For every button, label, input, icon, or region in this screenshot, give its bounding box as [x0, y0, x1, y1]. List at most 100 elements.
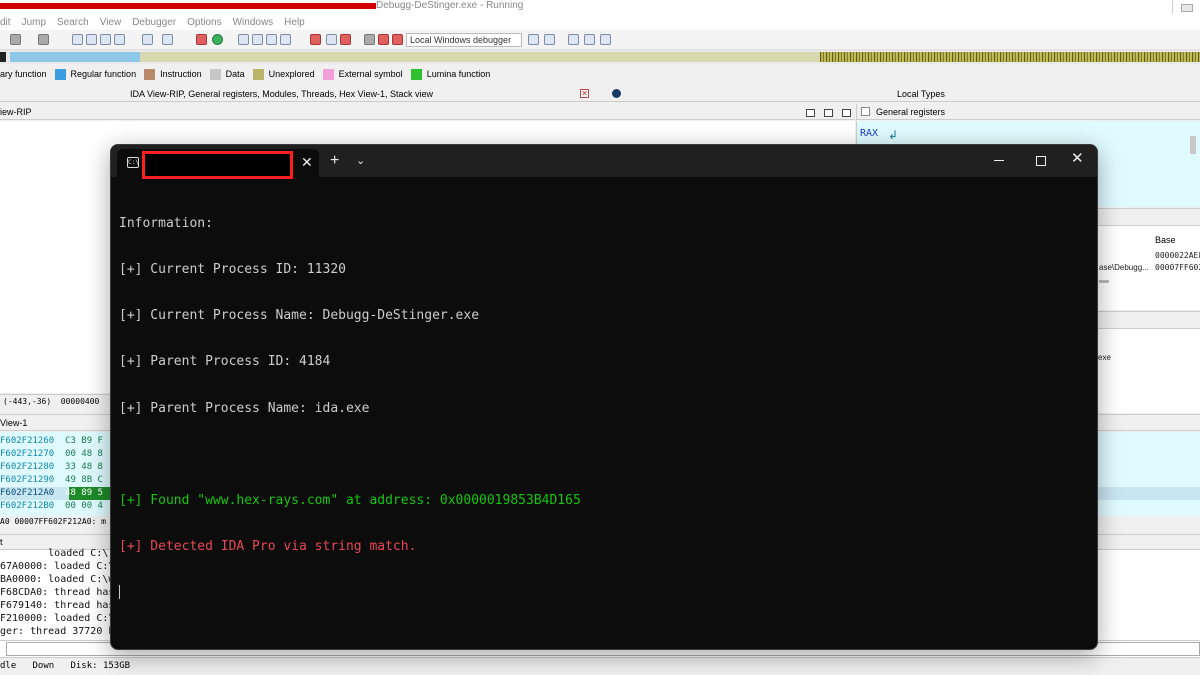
hand-icon[interactable]: [10, 34, 21, 45]
menu-view[interactable]: View: [100, 17, 122, 28]
modules-header: [1097, 208, 1200, 226]
stop-icon[interactable]: [340, 34, 351, 45]
close-icon[interactable]: ✕: [301, 154, 313, 171]
terminal-line: [+] Current Process ID: 11320: [119, 262, 346, 278]
legend-label: External symbol: [338, 69, 403, 79]
layout-icon[interactable]: [568, 34, 579, 45]
hex-bytes: 00 00 4: [65, 501, 103, 511]
tab-local-types[interactable]: Local Types: [897, 89, 945, 99]
hex-row[interactable]: F602F21280 33 48 8: [0, 461, 112, 474]
register-rax[interactable]: RAX: [860, 128, 878, 139]
jump-arrow-icon[interactable]: ↲: [888, 128, 898, 142]
debugger-option-icon[interactable]: [528, 34, 539, 45]
threads-text: exe: [1098, 353, 1111, 362]
enum-icon[interactable]: [252, 34, 263, 45]
legend-swatch: [209, 68, 221, 80]
redaction-box: [142, 151, 293, 179]
struct-icon[interactable]: [238, 34, 249, 45]
status-bar: dle Down Disk: 153GB: [0, 658, 1200, 675]
restore-icon[interactable]: [824, 109, 833, 117]
terminal-line-detected: [+] Detected IDA Pro via string match.: [119, 539, 417, 555]
legend-swatch: [252, 68, 264, 80]
window-restore-button[interactable]: [1172, 0, 1200, 14]
flag-icon[interactable]: [196, 34, 207, 45]
debugger-option-2-icon[interactable]: [544, 34, 555, 45]
hex-bytes: 48 89 5: [65, 488, 103, 498]
hex-row[interactable]: F602F212B0 00 00 4: [0, 500, 112, 513]
breakpoint-icon[interactable]: [310, 34, 321, 45]
legend-item: External symbol: [322, 68, 403, 80]
start-process-icon[interactable]: [364, 34, 375, 45]
view-tabs-label[interactable]: IDA View-RIP, General registers, Modules…: [130, 89, 433, 99]
hex-row[interactable]: F602F21270 00 48 8: [0, 448, 112, 461]
hex-row[interactable]: F602F212A0 48 89 5: [0, 487, 112, 500]
terminal-line-found: [+] Found "www.hex-rays.com" at address:…: [119, 493, 581, 509]
scrollbar-thumb[interactable]: [1099, 280, 1109, 283]
run-icon[interactable]: [212, 34, 223, 45]
module-base-value: 0000022AE8: [1155, 251, 1200, 260]
maximize-button[interactable]: [1036, 156, 1046, 166]
new-tab-button[interactable]: +: [330, 152, 339, 170]
threads-header: [1097, 311, 1200, 329]
hex-address: F602F212A0: [0, 488, 55, 498]
terminal-prompt[interactable]: [119, 585, 1089, 600]
redaction-bar: [0, 3, 376, 9]
close-icon[interactable]: ✕: [580, 89, 589, 98]
jump-icon[interactable]: [100, 34, 111, 45]
menu-help[interactable]: Help: [284, 17, 305, 28]
layout-2-icon[interactable]: [584, 34, 595, 45]
names-icon[interactable]: [280, 34, 291, 45]
menu-windows[interactable]: Windows: [233, 17, 274, 28]
nav-band-segment: [820, 52, 1200, 62]
terminal-tab[interactable]: C:\ ✕: [117, 149, 319, 179]
legend-label: ary function: [0, 69, 47, 79]
step-icon[interactable]: [142, 34, 153, 45]
terminal-output[interactable]: Information: [+] Current Process ID: 113…: [119, 185, 1089, 632]
legend-item: Instruction: [144, 68, 202, 80]
window-title: Debugg-DeStinger.exe - Running: [376, 0, 524, 11]
minimize-button[interactable]: [991, 149, 1007, 167]
segment-icon[interactable]: [266, 34, 277, 45]
terminal-line: [+] Current Process Name: Debugg-DeSting…: [119, 308, 480, 324]
module-base-value: 00007FF602: [1155, 263, 1200, 272]
terminate-icon[interactable]: [392, 34, 403, 45]
legend-swatch: [322, 68, 334, 80]
nav-band-segment: [140, 52, 820, 62]
forward-icon[interactable]: [86, 34, 97, 45]
close-button[interactable]: ✕: [1071, 149, 1084, 167]
hex-address: F602F21270: [0, 449, 55, 459]
cursor-icon[interactable]: [38, 34, 49, 45]
minimize-icon[interactable]: [806, 109, 815, 117]
menu-edit[interactable]: dit: [0, 17, 11, 28]
legend-item: Data: [209, 68, 245, 80]
legend-label: Data: [225, 69, 245, 79]
list-icon[interactable]: [114, 34, 125, 45]
layout-3-icon[interactable]: [600, 34, 611, 45]
terminal-window: C:\ ✕ + ⌄ ✕ Information: [+] Current Pro…: [110, 144, 1098, 650]
chevron-down-icon[interactable]: ⌄: [356, 154, 365, 167]
hex-address: F602F21290: [0, 475, 55, 485]
legend-label: Unexplored: [268, 69, 315, 79]
menu-jump[interactable]: Jump: [22, 17, 46, 28]
output-line: F68CDA0: thread has: [0, 587, 112, 598]
hex-row[interactable]: F602F21260 C3 B9 F: [0, 435, 112, 448]
hex-bytes: 00 48 8: [65, 449, 103, 459]
menu-debugger[interactable]: Debugger: [132, 17, 176, 28]
threads-panel[interactable]: [1097, 329, 1200, 413]
close-icon[interactable]: [842, 109, 851, 117]
menu-options[interactable]: Options: [187, 17, 221, 28]
watch-icon[interactable]: [326, 34, 337, 45]
menu-search[interactable]: Search: [57, 17, 89, 28]
legend-item: Regular function: [54, 68, 136, 80]
legend-item: Lumina function: [410, 68, 490, 80]
hex-address: F602F212B0: [0, 501, 55, 511]
pause-icon[interactable]: [378, 34, 389, 45]
debugger-select[interactable]: Local Windows debugger: [406, 33, 522, 47]
scrollbar-thumb[interactable]: [1190, 136, 1196, 154]
text-icon[interactable]: [162, 34, 173, 45]
modules-column-base[interactable]: Base: [1155, 235, 1176, 245]
back-icon[interactable]: [72, 34, 83, 45]
general-registers-title: General registers: [876, 107, 946, 117]
hex-row[interactable]: F602F21290 49 8B C: [0, 474, 112, 487]
